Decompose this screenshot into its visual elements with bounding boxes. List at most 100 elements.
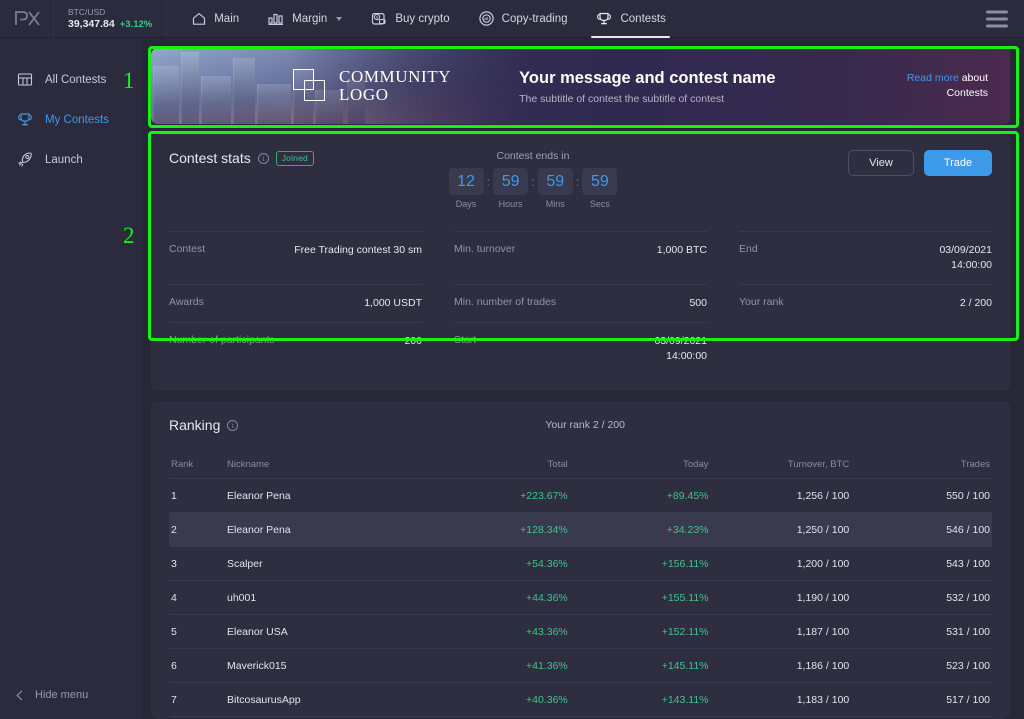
cell-total: +41.36%: [526, 659, 568, 672]
hamburger-bar: [986, 10, 1008, 13]
top-header: BTC/USD 39,347.84 +3.12% Main Margin B B…: [0, 0, 1024, 38]
table-row[interactable]: 3 Scalper +54.36% +156.11% 1,200 / 100 5…: [169, 547, 992, 581]
countdown-unit-secs: 59 Secs: [582, 168, 618, 209]
countdown-unit-label: Hours: [498, 199, 523, 209]
table-row[interactable]: 6 Maverick015 +41.36% +145.11% 1,186 / 1…: [169, 649, 992, 683]
countdown-value: 59: [537, 168, 573, 195]
cell-nickname: Eleanor Pena: [227, 489, 291, 502]
hamburger-menu-icon[interactable]: [986, 10, 1008, 27]
countdown-unit-label: Mins: [545, 199, 565, 209]
cell-total: +43.36%: [526, 625, 568, 638]
trade-button[interactable]: Trade: [923, 150, 992, 176]
cell-turnover: 1,183 / 100: [796, 693, 850, 706]
countdown-value: 59: [493, 168, 529, 195]
contests-grid-icon: [17, 73, 33, 86]
cell-rank: 3: [171, 557, 177, 570]
ranking-title-row: Ranking i: [169, 417, 239, 433]
hide-menu-label: Hide menu: [35, 689, 89, 701]
trophy-icon: [18, 113, 32, 126]
stat-cell-empty: [739, 322, 992, 375]
ranking-card: Ranking i Your rank 2 / 200 Rank Nicknam…: [151, 401, 1010, 719]
contest-action-buttons: View Trade: [847, 150, 992, 176]
column-header-today: Today: [683, 459, 709, 470]
column-header-trades: Trades: [960, 459, 990, 470]
cell-today: +143.11%: [661, 693, 709, 706]
ranking-table: Rank Nickname Total Today Turnover, BTC …: [169, 451, 992, 719]
stat-cell: Number of participants 200: [169, 322, 422, 375]
cell-turnover: 1,186 / 100: [796, 659, 850, 672]
status-badge-joined: Joined: [275, 150, 314, 166]
stat-cell: End 03/09/2021 14:00:00: [739, 231, 992, 284]
sidebar-items: All Contests My Contests Launch: [0, 38, 141, 180]
trophy-icon: [597, 12, 612, 24]
stat-value: 1,000 BTC: [656, 244, 707, 256]
sidebar-item-label: All Contests: [45, 74, 107, 86]
stat-key: Min. number of trades: [454, 296, 557, 308]
chevron-left-icon: [16, 690, 27, 700]
cell-total: +40.36%: [526, 693, 568, 706]
cell-nickname: Scalper: [227, 557, 263, 570]
ticker-change: +3.12%: [119, 18, 153, 30]
stat-value: 03/09/2021 14:00:00: [654, 335, 707, 362]
main-content: COMMUNITY LOGO Your message and contest …: [141, 38, 1024, 719]
table-row[interactable]: 2 Eleanor Pena +128.34% +34.23% 1,250 / …: [169, 513, 992, 547]
countdown-separator: :: [575, 174, 580, 189]
contest-stats-card: Contest stats i Joined Contest ends in 1…: [151, 134, 1010, 391]
contest-banner[interactable]: COMMUNITY LOGO Your message and contest …: [151, 48, 1010, 124]
info-icon[interactable]: i: [227, 419, 239, 431]
brand-logo[interactable]: [0, 0, 54, 38]
ticker-btcusd[interactable]: BTC/USD 39,347.84 +3.12%: [54, 0, 168, 38]
contest-stats-grid: Contest Free Trading contest 30 sm Min. …: [169, 231, 992, 375]
sidebar-item-all-contests[interactable]: All Contests: [0, 60, 141, 100]
banner-readmore-block: Read more about Contests: [907, 71, 988, 101]
nav-label: Main: [214, 12, 240, 25]
nav-item-main[interactable]: Main: [177, 0, 253, 38]
countdown-label: Contest ends in: [496, 150, 570, 162]
cell-trades: 523 / 100: [946, 659, 990, 672]
stat-cell: Min. number of trades 500: [454, 284, 707, 322]
stat-cell: Start 03/09/2021 14:00:00: [454, 322, 707, 375]
countdown-unit-days: 12 Days: [448, 168, 484, 209]
your-rank-label: Your rank 2 / 200: [545, 419, 625, 431]
cell-rank: 4: [171, 591, 177, 604]
cell-rank: 2: [171, 523, 177, 536]
nav-item-margin[interactable]: Margin: [253, 0, 356, 38]
sidebar-item-my-contests[interactable]: My Contests: [0, 100, 141, 140]
read-more-suffix: about: [958, 72, 988, 84]
main-nav: Main Margin B Buy crypto Copy-trading Co…: [177, 0, 680, 38]
view-button[interactable]: View: [847, 150, 914, 176]
stat-key: Contest: [169, 243, 206, 255]
countdown-unit-hours: 59 Hours: [493, 168, 529, 209]
cell-total: +44.36%: [526, 591, 568, 604]
table-row[interactable]: 1 Eleanor Pena +223.67% +89.45% 1,256 / …: [169, 479, 992, 513]
cell-trades: 532 / 100: [946, 591, 990, 604]
cell-today: +156.11%: [661, 557, 709, 570]
sidebar-item-launch[interactable]: Launch: [0, 140, 141, 180]
countdown-unit-label: Secs: [589, 199, 610, 209]
community-logo-line1: COMMUNITY: [339, 67, 452, 86]
nav-item-buy-crypto[interactable]: B Buy crypto: [356, 0, 463, 38]
chevron-down-icon[interactable]: [336, 16, 343, 21]
countdown-unit-mins: 59 Mins: [537, 168, 573, 209]
stat-cell: Awards 1,000 USDT: [169, 284, 422, 322]
stat-value: 1,000 USDT: [364, 297, 422, 309]
table-row[interactable]: 7 BitcosaurusApp +40.36% +143.11% 1,183 …: [169, 683, 992, 717]
banner-subtitle: The subtitle of contest the subtitle of …: [519, 92, 724, 105]
info-icon[interactable]: i: [257, 152, 269, 164]
stat-key: Your rank: [739, 296, 784, 308]
community-logo-line2: LOGO: [339, 85, 389, 104]
hide-menu-button[interactable]: Hide menu: [0, 671, 141, 719]
overlapping-squares-logo: [293, 69, 327, 103]
body-region: All Contests My Contests Launch Hide men…: [0, 38, 1024, 719]
nav-item-contests[interactable]: Contests: [581, 0, 679, 38]
table-row[interactable]: 4 uh001 +44.36% +155.11% 1,190 / 100 532…: [169, 581, 992, 615]
read-more-line2: Contests: [946, 87, 988, 99]
cell-total: +128.34%: [520, 523, 568, 536]
countdown-value: 59: [582, 168, 618, 195]
table-row[interactable]: 5 Eleanor USA +43.36% +152.11% 1,187 / 1…: [169, 615, 992, 649]
stat-value: Free Trading contest 30 sm: [294, 244, 422, 256]
cell-nickname: Maverick015: [227, 659, 287, 672]
nav-item-copy-trading[interactable]: Copy-trading: [464, 0, 582, 38]
stat-value: 500: [689, 297, 707, 309]
read-more-link[interactable]: Read more: [907, 72, 959, 84]
